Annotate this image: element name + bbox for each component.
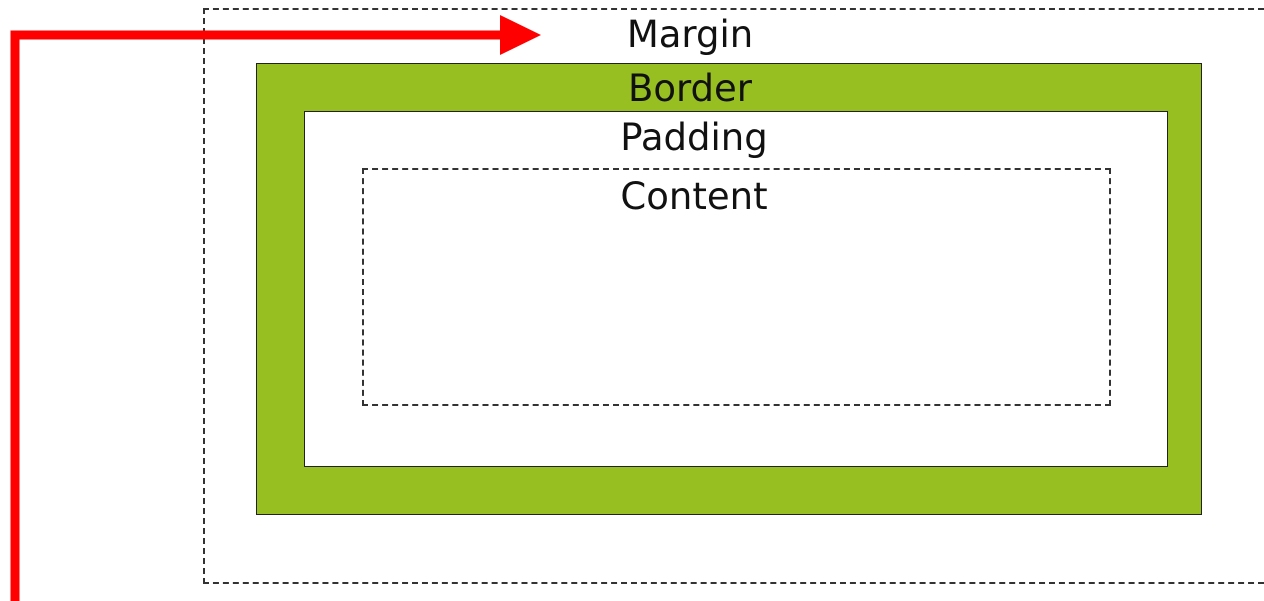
arrow-head-icon: [500, 15, 541, 55]
arrow-line: [10, 30, 504, 601]
red-arrow: [10, 15, 541, 601]
